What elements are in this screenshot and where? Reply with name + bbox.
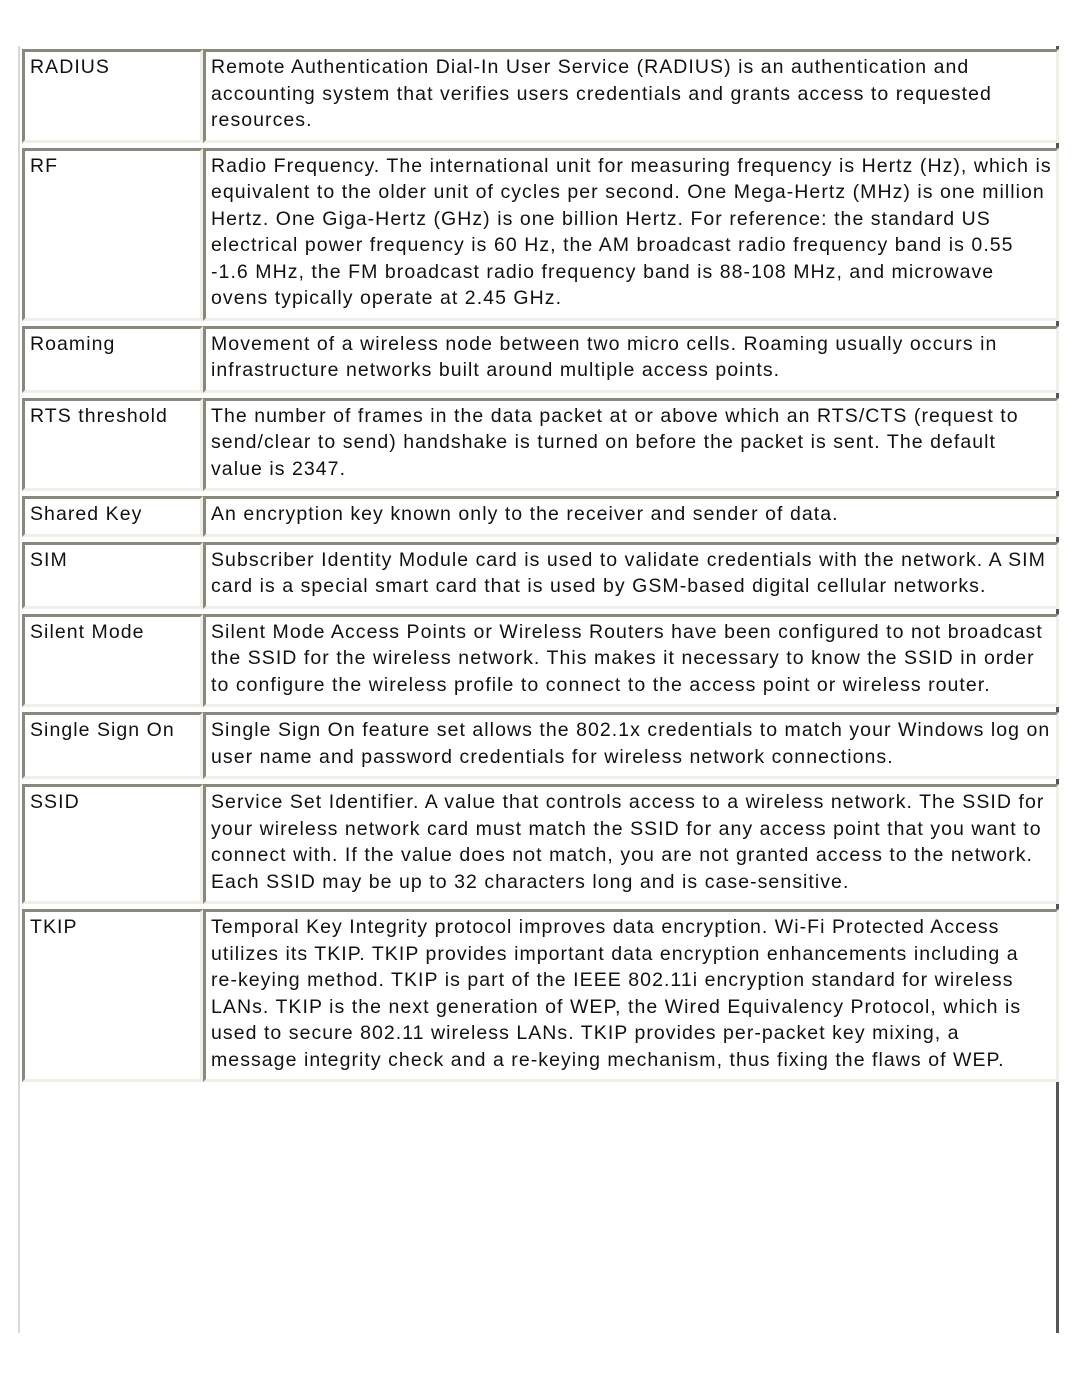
glossary-term: Single Sign On	[22, 712, 203, 779]
glossary-definition: Remote Authentication Dial-In User Servi…	[203, 49, 1059, 143]
glossary-row: RTS threshold The number of frames in th…	[22, 397, 1059, 491]
glossary-term: Silent Mode	[22, 613, 203, 707]
glossary-definition: The number of frames in the data packet …	[203, 397, 1059, 491]
glossary-term: Roaming	[22, 325, 203, 393]
glossary-definition: Subscriber Identity Module card is used …	[203, 541, 1059, 609]
glossary-row: SSID Service Set Identifier. A value tha…	[22, 784, 1059, 904]
glossary-frame: RADIUS Remote Authentication Dial-In Use…	[18, 46, 1059, 1333]
glossary-term: RTS threshold	[22, 397, 203, 491]
glossary-definition: Service Set Identifier. A value that con…	[203, 784, 1059, 904]
glossary-row: SIM Subscriber Identity Module card is u…	[22, 541, 1059, 609]
glossary-row: Single Sign On Single Sign On feature se…	[22, 712, 1059, 779]
glossary-row: Shared Key An encryption key known only …	[22, 496, 1059, 537]
glossary-definition: An encryption key known only to the rece…	[203, 496, 1059, 537]
glossary-table-body: RADIUS Remote Authentication Dial-In Use…	[22, 49, 1059, 1082]
glossary-row: RF Radio Frequency. The international un…	[22, 147, 1059, 321]
glossary-definition: Movement of a wireless node between two …	[203, 325, 1059, 393]
glossary-definition: Temporal Key Integrity protocol improves…	[203, 909, 1059, 1082]
glossary-term: SSID	[22, 784, 203, 904]
glossary-table: RADIUS Remote Authentication Dial-In Use…	[22, 44, 1059, 1087]
glossary-row: TKIP Temporal Key Integrity protocol imp…	[22, 909, 1059, 1082]
glossary-definition: Radio Frequency. The international unit …	[203, 147, 1059, 321]
glossary-term: TKIP	[22, 909, 203, 1082]
glossary-row: RADIUS Remote Authentication Dial-In Use…	[22, 49, 1059, 143]
glossary-term: RADIUS	[22, 49, 203, 143]
glossary-definition: Silent Mode Access Points or Wireless Ro…	[203, 613, 1059, 707]
glossary-row: Silent Mode Silent Mode Access Points or…	[22, 613, 1059, 707]
glossary-term: RF	[22, 147, 203, 321]
glossary-definition: Single Sign On feature set allows the 80…	[203, 712, 1059, 779]
glossary-term: SIM	[22, 541, 203, 609]
glossary-term: Shared Key	[22, 496, 203, 537]
glossary-row: Roaming Movement of a wireless node betw…	[22, 325, 1059, 393]
